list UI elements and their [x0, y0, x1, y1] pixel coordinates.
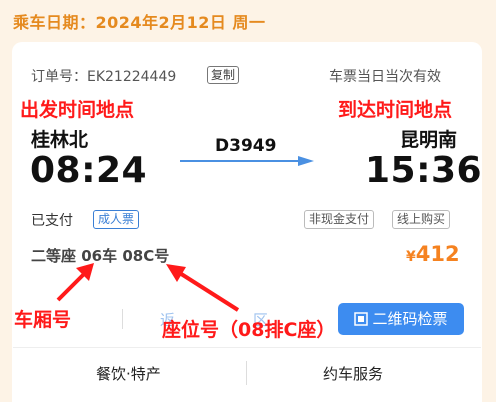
bottom-divider — [13, 347, 481, 348]
annotation-seat: 座位号（08排C座） — [162, 319, 336, 341]
menu-divider — [246, 361, 247, 385]
menu-food[interactable]: 餐饮·特产 — [96, 363, 161, 384]
annotation-car: 车厢号 — [14, 309, 72, 331]
menu-car-service[interactable]: 约车服务 — [323, 363, 383, 384]
